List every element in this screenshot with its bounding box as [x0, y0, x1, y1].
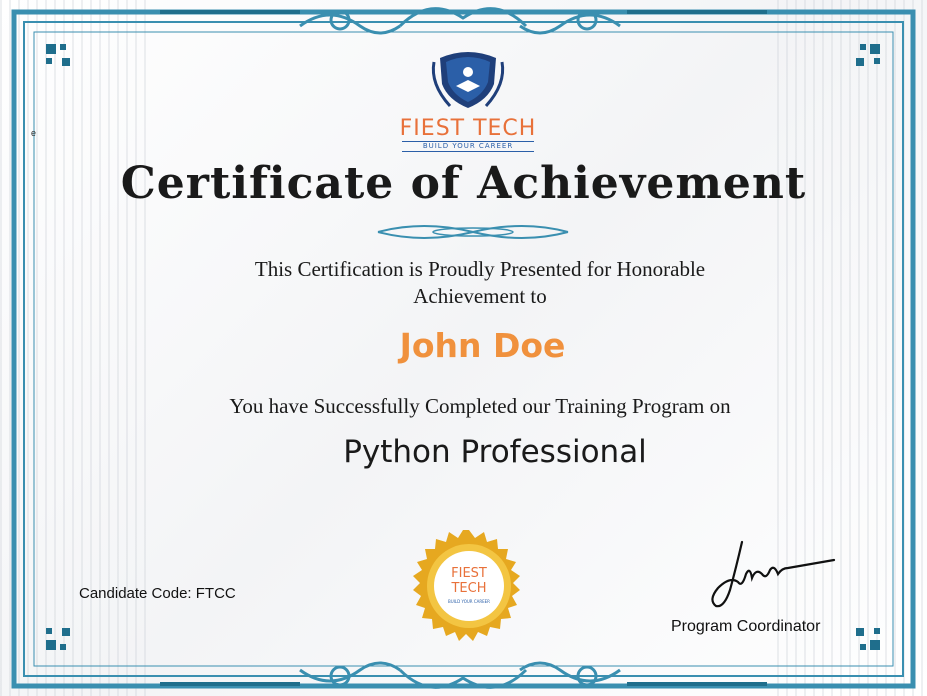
certificate-page: e FIEST TECH BUILD YOUR CAREER Certifica… [0, 0, 927, 696]
program-name: Python Professional [343, 434, 647, 470]
seal-tagline: BUILD YOUR CAREER [448, 599, 490, 604]
logo-tagline: BUILD YOUR CAREER [402, 141, 534, 152]
organization-logo: FIEST TECH BUILD YOUR CAREER [388, 48, 548, 152]
crest-logo-icon [431, 52, 505, 108]
presented-line-1: This Certification is Proudly Presented … [254, 257, 706, 281]
stray-mark: e [31, 128, 37, 138]
seal-name: FIEST TECH [451, 566, 487, 596]
flourish-divider-icon [377, 225, 569, 239]
signatory-title: Program Coordinator [671, 618, 821, 635]
presented-line-2: Achievement to [413, 284, 547, 308]
signature-icon [711, 540, 836, 608]
presented-text: This Certification is Proudly Presented … [180, 256, 780, 310]
completion-text: You have Successfully Completed our Trai… [229, 394, 731, 418]
certificate-title: Certificate of Achievement [120, 158, 807, 209]
recipient-name: John Doe [399, 326, 566, 365]
logo-name: FIEST TECH [399, 116, 537, 141]
candidate-code: Candidate Code: FTCC [79, 585, 236, 602]
